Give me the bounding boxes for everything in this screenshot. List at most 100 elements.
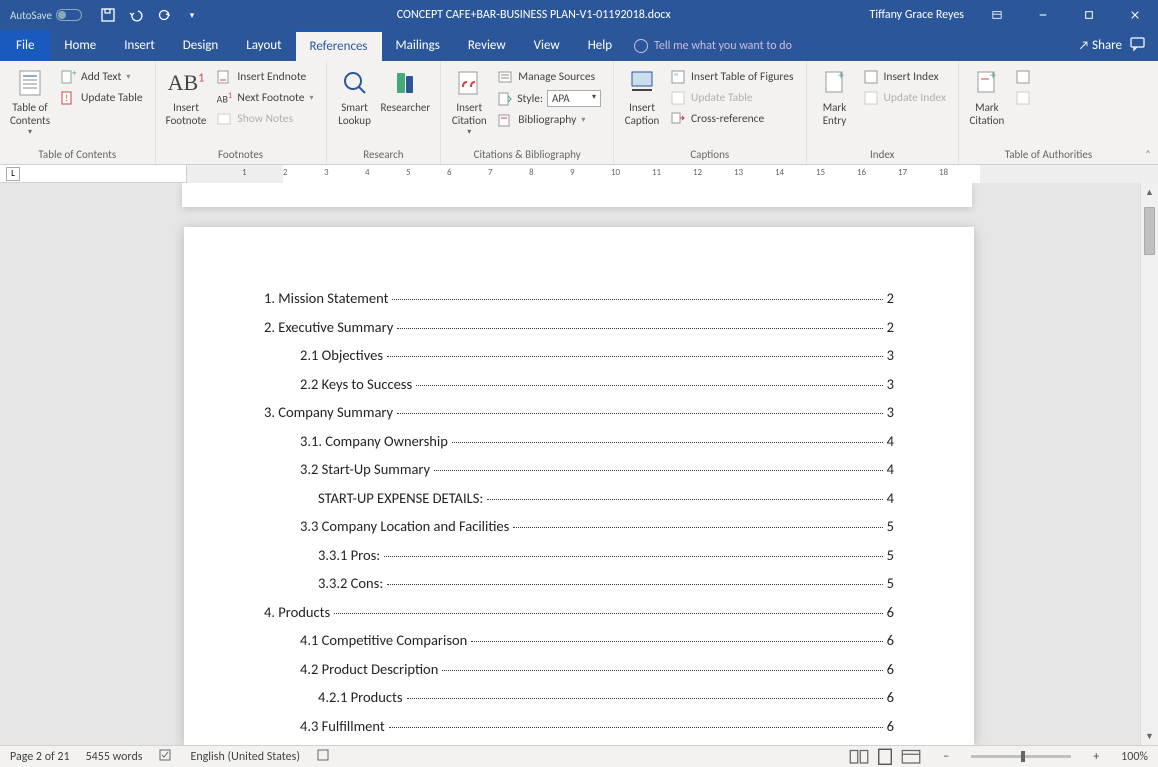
scroll-down-icon[interactable]: ▼ [1141,727,1158,745]
scroll-up-icon[interactable]: ▲ [1141,183,1158,201]
macro-icon[interactable] [316,748,330,766]
tab-view[interactable]: View [520,30,574,61]
mark-citation-button[interactable]: + Mark Citation [965,65,1009,127]
table-of-contents-button[interactable]: Table of Contents ▾ [6,65,54,138]
toc-entry[interactable]: 4.2.1 Products 6 [264,688,894,706]
language-indicator[interactable]: English (United States) [190,750,300,764]
bibliography-button[interactable]: Bibliography ▾ [491,110,607,130]
toc-entry[interactable]: 4.3 Fulfillment 6 [264,717,894,735]
close-button[interactable] [1112,0,1158,30]
tab-references[interactable]: References [296,30,382,61]
print-layout-icon[interactable] [875,749,895,765]
ruler-horizontal[interactable]: 123456789101112131415161718 [186,165,1158,183]
toc-entry[interactable]: 3.3.2 Cons: 5 [264,574,894,592]
redo-icon[interactable] [156,7,172,23]
save-icon[interactable] [100,7,116,23]
web-layout-icon[interactable] [901,749,921,765]
share-button[interactable]: ↗ Share [1079,38,1122,53]
maximize-button[interactable] [1066,0,1112,30]
qat-dropdown-icon[interactable]: ▾ [184,7,200,23]
toc-entry[interactable]: 3.2 Start-Up Summary 4 [264,460,894,478]
toc-leader-dots [434,470,883,471]
mark-entry-button[interactable]: + Mark Entry [813,65,857,127]
next-footnote-button[interactable]: AB1Next Footnote ▾ [210,88,319,108]
tab-help[interactable]: Help [574,30,626,61]
toc-leader-dots [513,527,882,528]
page-indicator[interactable]: Page 2 of 21 [10,750,70,764]
insert-toa-button[interactable] [1009,67,1037,87]
tab-insert[interactable]: Insert [110,30,169,61]
style-value: APA [552,92,570,105]
cross-reference-button[interactable]: Cross-reference [664,109,799,129]
toc-entry[interactable]: 2.2 Keys to Success 3 [264,375,894,393]
tab-layout[interactable]: Layout [232,30,295,61]
autosave-switch-icon [56,9,82,21]
insert-table-of-figures-button[interactable]: Insert Table of Figures [664,67,799,87]
toc-entry[interactable]: 4.2 Product Description 6 [264,660,894,678]
toc-entry[interactable]: 2.1 Objectives 3 [264,346,894,364]
tab-home[interactable]: Home [50,30,110,61]
toc-entry[interactable]: 4.1 Competitive Comparison 6 [264,631,894,649]
insert-endnote-button[interactable]: Insert Endnote [210,67,319,87]
svg-text:!: ! [65,93,68,104]
read-mode-icon[interactable] [849,749,869,765]
zoom-out-button[interactable]: − [937,750,955,764]
toc-entry[interactable]: 3.3.1 Pros: 5 [264,546,894,564]
collapse-ribbon-icon[interactable]: ˄ [1138,61,1158,164]
toc-entry-page: 5 [887,546,894,564]
toc-leader-dots [442,670,882,671]
insert-citation-button[interactable]: Insert Citation ▾ [447,65,491,138]
researcher-button[interactable]: Researcher [377,65,435,114]
zoom-in-button[interactable]: + [1087,750,1105,764]
update-toa-button[interactable] [1009,88,1037,108]
file-tab[interactable]: File [0,30,50,61]
insert-index-button[interactable]: Insert Index [857,67,952,87]
update-index-button[interactable]: Update Index [857,88,952,108]
undo-icon[interactable] [128,7,144,23]
tab-selector-icon[interactable]: L [6,167,20,181]
document-page[interactable]: 1. Mission Statement 2 2. Executive Summa… [184,227,974,745]
insert-footnote-label: Insert Footnote [166,101,207,127]
manage-sources-button[interactable]: Manage Sources [491,67,607,87]
toc-entry[interactable]: 1. Mission Statement 2 [264,289,894,307]
toc-entry[interactable]: 3.3 Company Location and Facilities 5 [264,517,894,535]
vertical-scrollbar[interactable]: ▲ ▼ [1140,183,1158,745]
group-label-footnotes: Footnotes [162,146,320,164]
minimize-button[interactable] [1020,0,1066,30]
tab-design[interactable]: Design [169,30,232,61]
mark-citation-label: Mark Citation [970,101,1005,127]
tab-review[interactable]: Review [454,30,520,61]
autosave-toggle[interactable]: AutoSave [0,9,92,22]
show-notes-button[interactable]: Show Notes [210,109,319,129]
toc-entry-label: 2. Executive Summary [264,318,393,336]
insert-footnote-button[interactable]: AB1 Insert Footnote [162,65,211,127]
smart-lookup-button[interactable]: Smart Lookup [333,65,377,127]
tab-mailings[interactable]: Mailings [382,30,454,61]
zoom-level[interactable]: 100% [1121,750,1148,764]
toc-entry[interactable]: START-UP EXPENSE DETAILS: 4 [264,489,894,507]
style-select[interactable]: APA▾ [547,90,601,107]
user-name[interactable]: Tiffany Grace Reyes [859,8,974,22]
update-caption-label: Update Table [691,91,753,105]
toc-entry[interactable]: 3.1. Company Ownership 4 [264,432,894,450]
update-index-label: Update Index [884,91,946,105]
insert-caption-button[interactable]: Insert Caption [620,65,664,127]
word-count[interactable]: 5455 words [86,750,143,764]
ribbon-group-captions: Insert Caption Insert Table of Figures U… [614,61,806,164]
zoom-slider[interactable] [971,755,1071,758]
tell-me[interactable]: Tell me what you want to do [634,30,792,61]
update-caption-table-button[interactable]: Update Table [664,88,799,108]
toc-icon [14,67,46,99]
toc-entry[interactable]: 2. Executive Summary 2 [264,318,894,336]
add-text-button[interactable]: +Add Text ▾ [54,67,149,87]
ruler-tick: 6 [447,167,452,178]
ribbon-display-icon[interactable] [974,0,1020,30]
update-table-button[interactable]: !Update Table [54,88,149,108]
toc-entry[interactable]: 4. Products 6 [264,603,894,621]
scrollbar-thumb[interactable] [1144,207,1155,255]
toc-entry[interactable]: 3. Company Summary 3 [264,403,894,421]
style-label: Style: [517,92,543,106]
spellcheck-icon[interactable] [158,748,174,766]
comments-icon[interactable] [1130,37,1146,55]
toc-entry-page: 4 [887,432,894,450]
